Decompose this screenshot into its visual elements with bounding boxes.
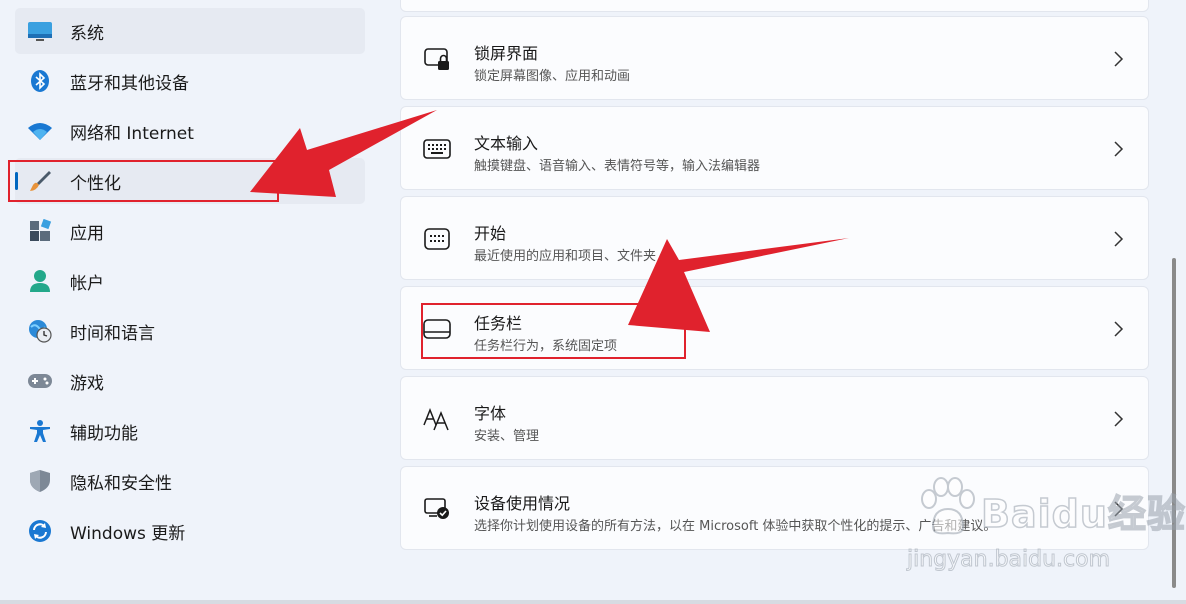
card-title: 锁屏界面 bbox=[474, 44, 539, 63]
watermark-url: jingyan.baidu.com bbox=[906, 547, 1111, 573]
sidebar-item-label: 系统 bbox=[70, 23, 104, 44]
lock-screen-icon bbox=[423, 45, 451, 73]
chevron-right-icon bbox=[1114, 141, 1124, 157]
card-title: 开始 bbox=[474, 224, 507, 243]
card-lock-screen[interactable]: 锁屏界面 锁定屏幕图像、应用和动画 bbox=[400, 16, 1149, 100]
sidebar-item-label: 应用 bbox=[70, 223, 104, 244]
card-device-usage[interactable]: 设备使用情况 选择你计划使用设备的所有方法，以在 Microsoft 体验中获取… bbox=[400, 466, 1149, 550]
account-icon bbox=[27, 269, 53, 293]
sidebar-item-windows-update[interactable]: Windows 更新 bbox=[15, 508, 365, 554]
monitor-icon bbox=[27, 19, 53, 43]
sidebar-item-label: 游戏 bbox=[70, 373, 104, 394]
globe-clock-icon bbox=[27, 319, 53, 343]
accessibility-icon bbox=[27, 419, 53, 443]
sidebar-item-label: Windows 更新 bbox=[70, 523, 186, 544]
gamepad-icon bbox=[27, 369, 53, 393]
card-title: 文本输入 bbox=[474, 134, 539, 153]
sidebar-item-label: 时间和语言 bbox=[70, 323, 155, 344]
keyboard-icon bbox=[423, 135, 451, 163]
sidebar-item-label: 网络和 Internet bbox=[70, 123, 194, 144]
annotation-box-personalization bbox=[8, 160, 279, 202]
update-icon bbox=[27, 519, 53, 543]
settings-sidebar: 系统 蓝牙和其他设备 网络和 Internet 个性化 应用 帐户 时间和语言 … bbox=[0, 0, 380, 604]
card-title: 设备使用情况 bbox=[474, 494, 571, 513]
start-menu-icon bbox=[423, 225, 451, 253]
sidebar-item-label: 辅助功能 bbox=[70, 423, 138, 444]
apps-icon bbox=[27, 219, 53, 243]
annotation-box-taskbar bbox=[421, 303, 686, 359]
chevron-right-icon bbox=[1114, 231, 1124, 247]
chevron-right-icon bbox=[1114, 321, 1124, 337]
sidebar-item-network[interactable]: 网络和 Internet bbox=[15, 108, 365, 154]
sidebar-item-accounts[interactable]: 帐户 bbox=[15, 258, 365, 304]
card-description: 触摸键盘、语音输入、表情符号等，输入法编辑器 bbox=[474, 159, 761, 174]
sidebar-item-privacy[interactable]: 隐私和安全性 bbox=[15, 458, 365, 504]
sidebar-item-bluetooth[interactable]: 蓝牙和其他设备 bbox=[15, 58, 365, 104]
sidebar-item-time-language[interactable]: 时间和语言 bbox=[15, 308, 365, 354]
card-description: 锁定屏幕图像、应用和动画 bbox=[474, 69, 631, 84]
chevron-right-icon bbox=[1114, 51, 1124, 67]
card-description: 最近使用的应用和项目、文件夹 bbox=[474, 249, 657, 264]
sidebar-item-label: 帐户 bbox=[70, 273, 104, 294]
sidebar-item-label: 蓝牙和其他设备 bbox=[70, 73, 189, 94]
font-icon bbox=[423, 405, 451, 433]
chevron-right-icon bbox=[1114, 501, 1124, 517]
bluetooth-icon bbox=[27, 69, 53, 93]
card-description: 安装、管理 bbox=[474, 429, 540, 444]
shield-icon bbox=[27, 469, 53, 493]
scrollbar[interactable] bbox=[1172, 258, 1176, 588]
card-text-input[interactable]: 文本输入 触摸键盘、语音输入、表情符号等，输入法编辑器 bbox=[400, 106, 1149, 190]
sidebar-item-accessibility[interactable]: 辅助功能 bbox=[15, 408, 365, 454]
wifi-icon bbox=[27, 119, 53, 143]
card-fonts[interactable]: 字体 安装、管理 bbox=[400, 376, 1149, 460]
sidebar-item-label: 隐私和安全性 bbox=[70, 473, 172, 494]
sidebar-item-gaming[interactable]: 游戏 bbox=[15, 358, 365, 404]
device-usage-icon bbox=[423, 495, 451, 523]
sidebar-item-apps[interactable]: 应用 bbox=[15, 208, 365, 254]
previous-card-edge bbox=[400, 0, 1149, 12]
sidebar-item-system[interactable]: 系统 bbox=[15, 8, 365, 54]
card-description: 选择你计划使用设备的所有方法，以在 Microsoft 体验中获取个性化的提示、… bbox=[474, 519, 997, 534]
chevron-right-icon bbox=[1114, 411, 1124, 427]
card-title: 字体 bbox=[474, 404, 507, 423]
card-start[interactable]: 开始 最近使用的应用和项目、文件夹 bbox=[400, 196, 1149, 280]
window-bottom-edge bbox=[0, 600, 1186, 604]
